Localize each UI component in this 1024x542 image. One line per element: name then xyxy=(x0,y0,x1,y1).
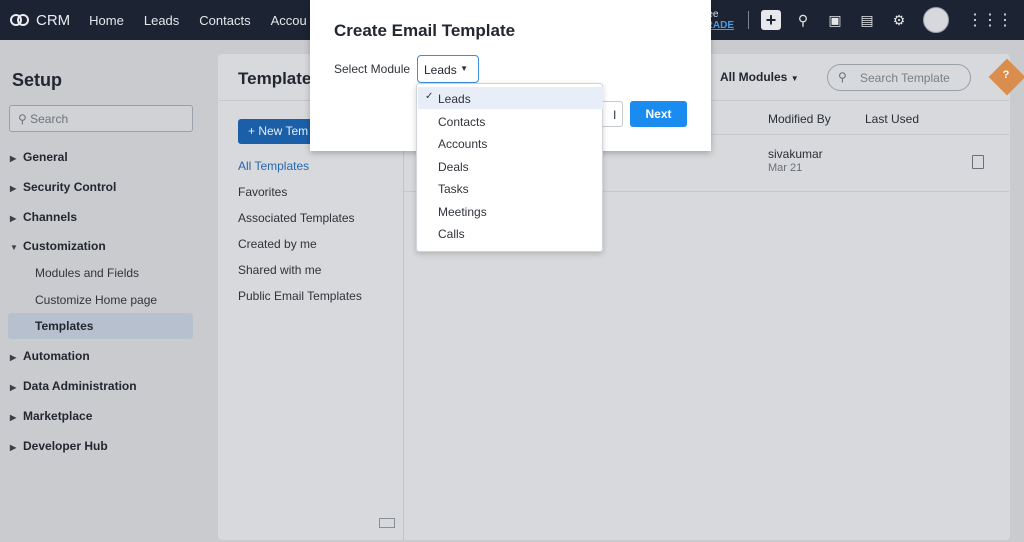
option-label: Calls xyxy=(438,227,465,241)
caret-right-icon: ▶ xyxy=(10,383,17,392)
column-header-modified-by[interactable]: Modified By xyxy=(768,112,831,126)
nav-leads[interactable]: Leads xyxy=(144,13,179,28)
setup-search-placeholder: Search xyxy=(30,112,69,126)
option-label: Leads xyxy=(438,92,471,106)
caret-right-icon: ▶ xyxy=(10,353,17,362)
sidebar-label: Automation xyxy=(23,349,90,363)
logo-text: CRM xyxy=(36,11,71,29)
option-label: Meetings xyxy=(438,205,487,219)
create-new-icon[interactable]: + xyxy=(761,10,781,30)
calendar-icon[interactable]: ▣ xyxy=(827,12,843,29)
search-icon: ⚲ xyxy=(838,70,847,84)
sidebar-item-security-control[interactable]: ▶ Security Control xyxy=(10,180,116,194)
collapse-panel-icon[interactable] xyxy=(379,518,395,528)
template-search-placeholder: Search Template xyxy=(860,71,950,85)
caret-right-icon: ▶ xyxy=(10,413,17,422)
module-select-value: Leads xyxy=(424,63,457,77)
sidebar-label: Marketplace xyxy=(23,409,93,423)
check-icon: ✓ xyxy=(425,91,434,102)
link-associated-templates[interactable]: Associated Templates xyxy=(238,211,355,225)
module-dropdown-list: ✓ Leads Contacts Accounts Deals Tasks Mee… xyxy=(416,83,603,252)
help-button[interactable]: ? xyxy=(988,58,1024,96)
user-avatar[interactable] xyxy=(923,7,949,33)
logo-icon xyxy=(10,13,30,27)
marketplace-icon[interactable]: ▤ xyxy=(859,12,875,29)
sidebar-item-channels[interactable]: ▶ Channels xyxy=(10,210,77,224)
module-select[interactable]: Leads ▼ xyxy=(417,55,479,83)
question-icon: ? xyxy=(1002,69,1010,81)
dropdown-option-contacts[interactable]: Contacts xyxy=(418,110,603,132)
link-public-email-templates[interactable]: Public Email Templates xyxy=(238,289,362,303)
template-search-input[interactable]: ⚲ Search Template xyxy=(827,64,971,91)
template-preview-icon[interactable] xyxy=(972,155,984,169)
option-label: Deals xyxy=(438,160,469,174)
caret-right-icon: ▶ xyxy=(10,214,17,223)
module-filter-dropdown[interactable]: All Modules ▼ xyxy=(720,70,799,84)
sidebar-label: Data Administration xyxy=(23,379,137,393)
sidebar-item-modules-and-fields[interactable]: Modules and Fields xyxy=(35,266,139,280)
caret-right-icon: ▶ xyxy=(10,154,17,163)
link-shared-with-me[interactable]: Shared with me xyxy=(238,263,321,277)
row-modified-by: sivakumar xyxy=(768,147,823,161)
dropdown-option-deals[interactable]: Deals xyxy=(418,155,603,177)
nav-accounts[interactable]: Accou xyxy=(271,13,307,28)
sidebar-label: General xyxy=(23,150,68,164)
sidebar-label: Channels xyxy=(23,210,78,224)
divider xyxy=(748,11,749,29)
divider xyxy=(403,100,404,540)
chevron-down-icon: ▼ xyxy=(460,64,468,73)
sidebar-label: Customization xyxy=(23,239,106,253)
sidebar-item-marketplace[interactable]: ▶ Marketplace xyxy=(10,409,92,423)
settings-gear-icon[interactable]: ⚙ xyxy=(891,12,907,29)
caret-right-icon: ▶ xyxy=(10,443,17,452)
next-button[interactable]: Next xyxy=(630,101,687,127)
sidebar-item-general[interactable]: ▶ General xyxy=(10,150,68,164)
link-all-templates[interactable]: All Templates xyxy=(238,159,309,173)
nav-contacts[interactable]: Contacts xyxy=(199,13,250,28)
row-modified-date: Mar 21 xyxy=(768,162,803,174)
search-icon: ⚲ xyxy=(18,112,31,126)
option-label: Accounts xyxy=(438,137,488,151)
crm-logo[interactable]: CRM xyxy=(10,12,70,29)
sidebar-item-developer-hub[interactable]: ▶ Developer Hub xyxy=(10,439,108,453)
apps-grid-icon[interactable]: ⋮⋮⋮ xyxy=(967,10,1013,30)
sidebar-item-automation[interactable]: ▶ Automation xyxy=(10,349,90,363)
page-title: Template xyxy=(238,69,312,88)
setup-search-input[interactable]: ⚲ Search xyxy=(9,105,193,132)
sidebar-label: Security Control xyxy=(23,180,117,194)
search-icon[interactable]: ⚲ xyxy=(795,12,811,29)
sidebar-item-customize-home-page[interactable]: Customize Home page xyxy=(35,293,157,307)
sidebar-label: Developer Hub xyxy=(23,439,108,453)
link-created-by-me[interactable]: Created by me xyxy=(238,237,317,251)
modal-title: Create Email Template xyxy=(334,21,516,40)
dropdown-option-tasks[interactable]: Tasks xyxy=(418,177,603,199)
dropdown-option-leads[interactable]: ✓ Leads xyxy=(418,87,603,109)
chevron-down-icon: ▼ xyxy=(790,74,799,83)
sidebar-item-templates[interactable]: Templates xyxy=(8,313,193,339)
column-header-last-used[interactable]: Last Used xyxy=(865,112,919,126)
module-filter-label: All Modules xyxy=(720,70,788,84)
dropdown-option-accounts[interactable]: Accounts xyxy=(418,132,603,154)
link-favorites[interactable]: Favorites xyxy=(238,185,287,199)
select-module-label: Select Module xyxy=(334,62,411,76)
caret-right-icon: ▶ xyxy=(10,184,17,193)
nav-home[interactable]: Home xyxy=(89,13,124,28)
setup-title: Setup xyxy=(12,70,63,90)
dropdown-option-calls[interactable]: Calls xyxy=(418,222,603,244)
sidebar-item-data-administration[interactable]: ▶ Data Administration xyxy=(10,379,137,393)
caret-down-icon: ▼ xyxy=(10,243,18,252)
dropdown-option-meetings[interactable]: Meetings xyxy=(418,200,603,222)
option-label: Tasks xyxy=(438,182,469,196)
sidebar-item-customization[interactable]: ▼ Customization xyxy=(10,239,106,253)
option-label: Contacts xyxy=(438,115,486,129)
